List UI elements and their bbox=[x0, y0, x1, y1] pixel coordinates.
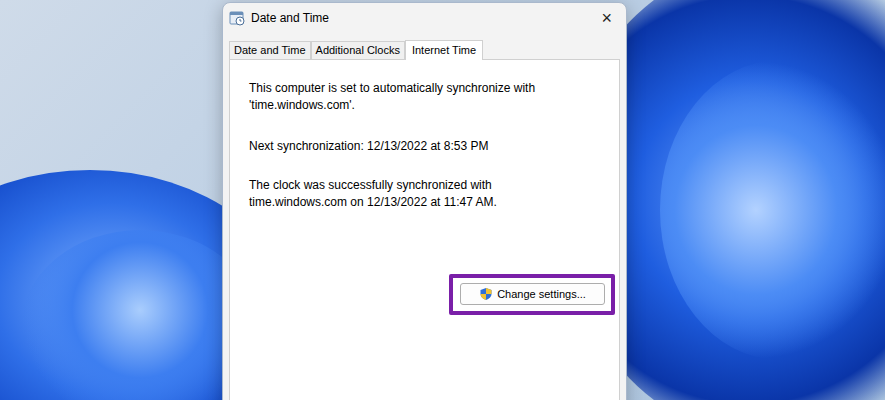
tab[interactable]: Internet Time bbox=[405, 40, 483, 60]
tab-panel: This computer is set to automatically sy… bbox=[229, 59, 620, 400]
title-bar: Date and Time × bbox=[223, 3, 626, 33]
change-settings-label: Change settings... bbox=[497, 288, 586, 300]
date-time-dialog: Date and Time×Date and TimeAdditional Cl… bbox=[222, 2, 627, 400]
desktop: Date and Time×Date and TimeAdditional Cl… bbox=[0, 0, 885, 400]
next-sync-text: Next synchronization: 12/13/2022 at 8:53… bbox=[249, 138, 579, 155]
window-title: Date and Time bbox=[251, 11, 589, 25]
last-sync-text: The clock was successfully synchronized … bbox=[249, 177, 579, 211]
tab-strip: Date and TimeAdditional ClocksInternet T… bbox=[223, 33, 626, 59]
close-button[interactable]: × bbox=[595, 9, 618, 27]
sync-info-text: This computer is set to automatically sy… bbox=[249, 80, 579, 114]
wallpaper-bloom bbox=[660, 60, 885, 360]
button-row: Change settings... bbox=[249, 283, 605, 305]
tab[interactable]: Date and Time bbox=[229, 41, 311, 59]
change-settings-button[interactable]: Change settings... bbox=[460, 283, 605, 305]
shield-icon bbox=[479, 287, 493, 301]
highlight-box bbox=[449, 274, 615, 315]
date-time-icon bbox=[229, 10, 245, 26]
tab[interactable]: Additional Clocks bbox=[311, 41, 405, 59]
